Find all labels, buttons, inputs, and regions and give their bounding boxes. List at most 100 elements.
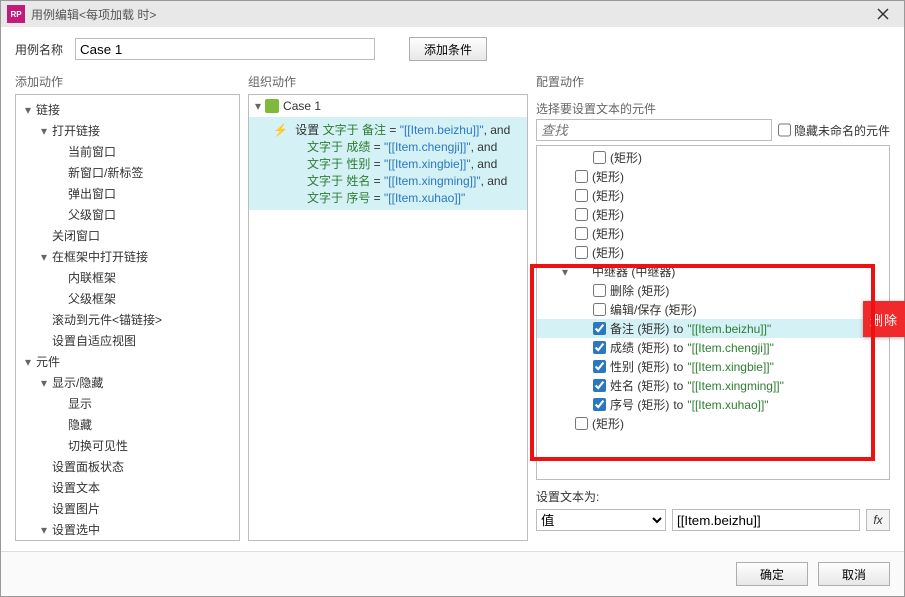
tree-twisty-icon[interactable]: ▾ <box>22 355 34 369</box>
widget-tree-item[interactable]: (矩形) <box>537 167 889 186</box>
set-field-0: 文字于 备注 <box>323 123 386 137</box>
mid-column: 组织动作 ▾ Case 1 ⚡ 设置 文字于 备注 = "[[Item.beiz… <box>248 71 528 541</box>
action-tree-item[interactable]: ▾链接 <box>16 99 239 120</box>
tree-item-label: 内联框架 <box>66 269 116 286</box>
set-value-type-select[interactable]: 值 <box>536 509 666 531</box>
widget-checkbox[interactable] <box>575 227 588 240</box>
widget-checkbox[interactable] <box>593 284 606 297</box>
widget-tree-item[interactable]: 成绩 (矩形) to "[[Item.chengji]]" <box>537 338 889 357</box>
widget-tree-item[interactable]: 性别 (矩形) to "[[Item.xingbie]]" <box>537 357 889 376</box>
action-tree-item[interactable]: 滚动到元件<锚链接> <box>16 309 239 330</box>
widget-tree-container[interactable]: ▾中继器 (中继器) <box>537 262 889 281</box>
fx-button[interactable]: fx <box>866 509 890 531</box>
case-name-label: 用例名称 <box>15 41 63 58</box>
widget-checkbox[interactable] <box>575 246 588 259</box>
set-expr: "[[Item.xingming]]" <box>384 174 481 188</box>
action-tree-item[interactable]: 设置文本 <box>16 477 239 498</box>
widget-tree-item[interactable]: 序号 (矩形) to "[[Item.xuhao]]" <box>537 395 889 414</box>
action-tree-item[interactable]: 设置面板状态 <box>16 456 239 477</box>
action-tree-item[interactable]: 新窗口/新标签 <box>16 162 239 183</box>
titlebar: RP 用例编辑<每项加载 时> <box>1 1 904 27</box>
actions-panel[interactable]: ▾链接▾打开链接当前窗口新窗口/新标签弹出窗口父级窗口关闭窗口▾在框架中打开链接… <box>15 94 240 541</box>
organize-case-row[interactable]: ▾ Case 1 <box>249 95 527 117</box>
action-tree-item[interactable]: 设置图片 <box>16 498 239 519</box>
tree-item-label: 显示/隐藏 <box>50 374 103 391</box>
tree-item-label: 弹出窗口 <box>66 185 116 202</box>
action-tree-item[interactable]: ▾设置选中 <box>16 519 239 540</box>
action-tree-item[interactable]: ▾元件 <box>16 351 239 372</box>
widget-checkbox[interactable] <box>575 417 588 430</box>
set-field: 文字于 姓名 <box>307 174 370 188</box>
mid-header: 组织动作 <box>248 71 528 94</box>
tree-twisty-icon[interactable]: ▾ <box>38 124 50 138</box>
action-tree-item[interactable]: 隐藏 <box>16 414 239 435</box>
bolt-icon: ⚡ <box>273 123 288 137</box>
widget-tree-item[interactable]: 备注 (矩形) to "[[Item.beizhu]]" <box>537 319 889 338</box>
action-tree-item[interactable]: 设置自适应视图 <box>16 330 239 351</box>
close-button[interactable] <box>868 4 898 24</box>
widget-tree-item[interactable]: (矩形) <box>537 414 889 433</box>
hide-unnamed-option[interactable]: 隐藏未命名的元件 <box>778 119 890 141</box>
search-input[interactable] <box>536 119 772 141</box>
widget-checkbox[interactable] <box>593 322 606 335</box>
add-condition-button[interactable]: 添加条件 <box>409 37 487 61</box>
cancel-button[interactable]: 取消 <box>818 562 890 586</box>
set-value-section: 设置文本为: 值 fx <box>536 480 890 531</box>
widget-checkbox[interactable] <box>593 151 606 164</box>
tree-twisty-icon[interactable]: ▾ <box>38 523 50 537</box>
widget-tree-item[interactable]: (矩形) <box>537 243 889 262</box>
hide-unnamed-checkbox[interactable] <box>778 119 791 141</box>
action-tree-item[interactable]: 切换可见性 <box>16 435 239 456</box>
widget-name: 编辑/保存 (矩形) <box>610 301 697 318</box>
action-tree-item[interactable]: 显示 <box>16 393 239 414</box>
action-tree-item[interactable]: ▾打开链接 <box>16 120 239 141</box>
action-tree-item[interactable]: 弹出窗口 <box>16 183 239 204</box>
widget-checkbox[interactable] <box>593 379 606 392</box>
widget-tree-item[interactable]: (矩形) <box>537 148 889 167</box>
widget-tree-item[interactable]: 姓名 (矩形) to "[[Item.xingming]]" <box>537 376 889 395</box>
widget-tree-item[interactable]: (矩形) <box>537 186 889 205</box>
widget-checkbox[interactable] <box>575 170 588 183</box>
action-tree-item[interactable]: ▾在框架中打开链接 <box>16 246 239 267</box>
widget-name: 成绩 (矩形) <box>610 339 669 356</box>
widget-tree-item[interactable]: (矩形) <box>537 224 889 243</box>
widget-to: to <box>673 341 683 355</box>
ok-button[interactable]: 确定 <box>736 562 808 586</box>
action-tree-item[interactable]: ▾显示/隐藏 <box>16 372 239 393</box>
organize-panel[interactable]: ▾ Case 1 ⚡ 设置 文字于 备注 = "[[Item.beizhu]]"… <box>248 94 528 541</box>
widget-checkbox[interactable] <box>593 398 606 411</box>
action-tree-item[interactable]: 当前窗口 <box>16 141 239 162</box>
action-tree-item[interactable]: 父级窗口 <box>16 204 239 225</box>
widget-checkbox[interactable] <box>575 208 588 221</box>
dialog-window: RP 用例编辑<每项加载 时> 用例名称 添加条件 添加动作 ▾链接▾打开链接当… <box>0 0 905 597</box>
set-value-input[interactable] <box>672 509 860 531</box>
widget-tree-item[interactable]: 编辑/保存 (矩形) <box>537 300 889 319</box>
organize-case-label: Case 1 <box>283 99 321 113</box>
organize-set-line: 文字于 性别 = "[[Item.xingbie]]", and <box>273 155 521 172</box>
widget-checkbox[interactable] <box>593 341 606 354</box>
case-name-input[interactable] <box>75 38 375 60</box>
widget-checkbox[interactable] <box>593 303 606 316</box>
tree-item-label: 设置自适应视图 <box>50 332 136 349</box>
action-tree-item[interactable]: 内联框架 <box>16 267 239 288</box>
tree-twisty-icon[interactable]: ▾ <box>22 103 34 117</box>
side-delete-tag[interactable]: 删除 <box>863 301 905 337</box>
organize-action[interactable]: ⚡ 设置 文字于 备注 = "[[Item.beizhu]]", and 文字于… <box>249 117 527 210</box>
widget-tree-item[interactable]: 删除 (矩形) <box>537 281 889 300</box>
chevron-down-icon[interactable]: ▾ <box>255 99 261 113</box>
widget-tree-item[interactable]: (矩形) <box>537 205 889 224</box>
tree-twisty-icon[interactable]: ▾ <box>38 250 50 264</box>
action-tree-item[interactable]: 父级框架 <box>16 288 239 309</box>
tree-item-label: 打开链接 <box>50 122 100 139</box>
widget-to: to <box>673 379 683 393</box>
set-field: 文字于 成绩 <box>307 140 370 154</box>
widget-panel[interactable]: (矩形)(矩形)(矩形)(矩形)(矩形)(矩形)▾中继器 (中继器)删除 (矩形… <box>536 145 890 480</box>
widget-checkbox[interactable] <box>593 360 606 373</box>
organize-set-line: 文字于 姓名 = "[[Item.xingming]]", and <box>273 172 521 189</box>
tree-twisty-icon[interactable]: ▾ <box>38 376 50 390</box>
widget-checkbox[interactable] <box>575 189 588 202</box>
action-tree-item[interactable]: 关闭窗口 <box>16 225 239 246</box>
tree-item-label: 父级窗口 <box>66 206 116 223</box>
hide-unnamed-label: 隐藏未命名的元件 <box>794 122 890 139</box>
tree-twisty-icon[interactable]: ▾ <box>559 265 571 279</box>
